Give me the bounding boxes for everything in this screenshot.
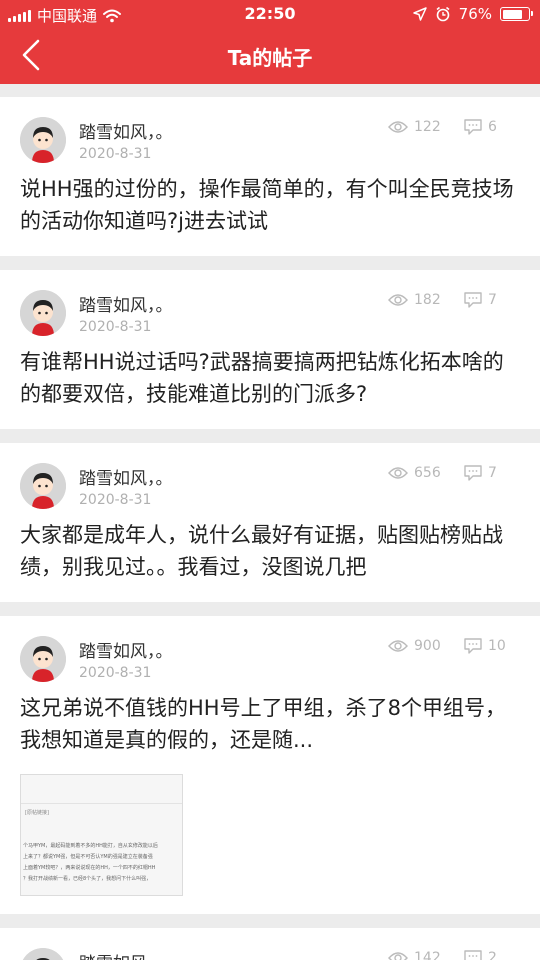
page-title: Ta的帖子	[227, 46, 313, 70]
post-thumbnail[interactable]: [原帖链接] 个马甲YM，最起码能到着不多的HH能打，自从玄修改能以后 上来了？…	[20, 774, 183, 896]
author-name[interactable]: 踏雪如风，。	[79, 118, 173, 143]
comment-icon	[464, 465, 482, 481]
location-arrow-icon	[412, 7, 427, 21]
battery-percent: 76%	[458, 5, 492, 23]
comment-icon	[464, 119, 482, 135]
view-count: 142	[388, 950, 441, 960]
post-content[interactable]: 大家都是成年人，说什么最好有证据，贴图贴榜贴战绩，别我见过。。我看过，没图说几把	[20, 519, 520, 583]
thumbnail-text: 个马甲YM，最起码能到着不多的HH能打，自从玄修改能以后 上来了？都说YM强，但…	[23, 843, 158, 882]
author-name[interactable]: 踏雪如风，。	[79, 949, 173, 960]
comment-count-value: 7	[488, 465, 497, 481]
app-header: 中国联通 22:50 76% Ta的帖子	[0, 0, 540, 84]
post-content[interactable]: 这兄弟说不值钱的HH号上了甲组，杀了8个甲组号，我想知道是真的假的，还是随...	[20, 692, 520, 756]
view-count-value: 122	[414, 119, 441, 135]
author-name[interactable]: 踏雪如风，。	[79, 464, 173, 489]
comment-icon	[464, 638, 482, 654]
view-count: 656	[388, 465, 441, 481]
avatar[interactable]	[20, 636, 66, 682]
comment-icon	[464, 950, 482, 960]
view-count: 122	[388, 119, 441, 135]
avatar[interactable]	[20, 117, 66, 163]
eye-icon	[388, 640, 408, 652]
avatar[interactable]	[20, 463, 66, 509]
post-date: 2020-8-31	[79, 492, 152, 508]
post-content[interactable]: 说HH强的过份的，操作最简单的，有个叫全民竞技场的活动你知道吗?j进去试试	[20, 173, 520, 237]
post-card[interactable]: 踏雪如风，。 2020-8-31 900 10 这兄弟说不值钱的HH号上了甲组，…	[0, 616, 540, 914]
battery-icon	[500, 7, 533, 21]
author-name[interactable]: 踏雪如风，。	[79, 637, 173, 662]
comment-count: 7	[464, 465, 497, 481]
post-date: 2020-8-31	[79, 146, 152, 162]
view-count-value: 656	[414, 465, 441, 481]
eye-icon	[388, 467, 408, 479]
comment-count-value: 2	[488, 950, 497, 960]
thumbnail-tag: [原帖链接]	[25, 810, 49, 816]
post-card[interactable]: 踏雪如风，。 142 2	[0, 928, 540, 960]
comment-count-value: 6	[488, 119, 497, 135]
comment-count: 2	[464, 950, 497, 960]
view-count: 900	[388, 638, 441, 654]
post-date: 2020-8-31	[79, 665, 152, 681]
avatar[interactable]	[20, 290, 66, 336]
post-date: 2020-8-31	[79, 319, 152, 335]
view-count-value: 182	[414, 292, 441, 308]
eye-icon	[388, 952, 408, 960]
view-count-value: 142	[414, 950, 441, 960]
post-card[interactable]: 踏雪如风，。 2020-8-31 182 7 有谁帮HH说过话吗?武器搞要搞两把…	[0, 270, 540, 429]
author-name[interactable]: 踏雪如风，。	[79, 291, 173, 316]
comment-count: 10	[464, 638, 506, 654]
status-bar: 中国联通 22:50 76%	[0, 0, 540, 28]
post-content[interactable]: 有谁帮HH说过话吗?武器搞要搞两把钻炼化拓本啥的的都要双倍，技能难道比别的门派多…	[20, 346, 520, 410]
comment-icon	[464, 292, 482, 308]
eye-icon	[388, 294, 408, 306]
comment-count: 6	[464, 119, 497, 135]
avatar[interactable]	[20, 948, 66, 960]
post-card[interactable]: 踏雪如风，。 2020-8-31 122 6 说HH强的过份的，操作最简单的，有…	[0, 97, 540, 256]
comment-count: 7	[464, 292, 497, 308]
alarm-clock-icon	[436, 6, 450, 22]
view-count: 182	[388, 292, 441, 308]
post-card[interactable]: 踏雪如风，。 2020-8-31 656 7 大家都是成年人，说什么最好有证据，…	[0, 443, 540, 602]
eye-icon	[388, 121, 408, 133]
comment-count-value: 10	[488, 638, 506, 654]
view-count-value: 900	[414, 638, 441, 654]
comment-count-value: 7	[488, 292, 497, 308]
